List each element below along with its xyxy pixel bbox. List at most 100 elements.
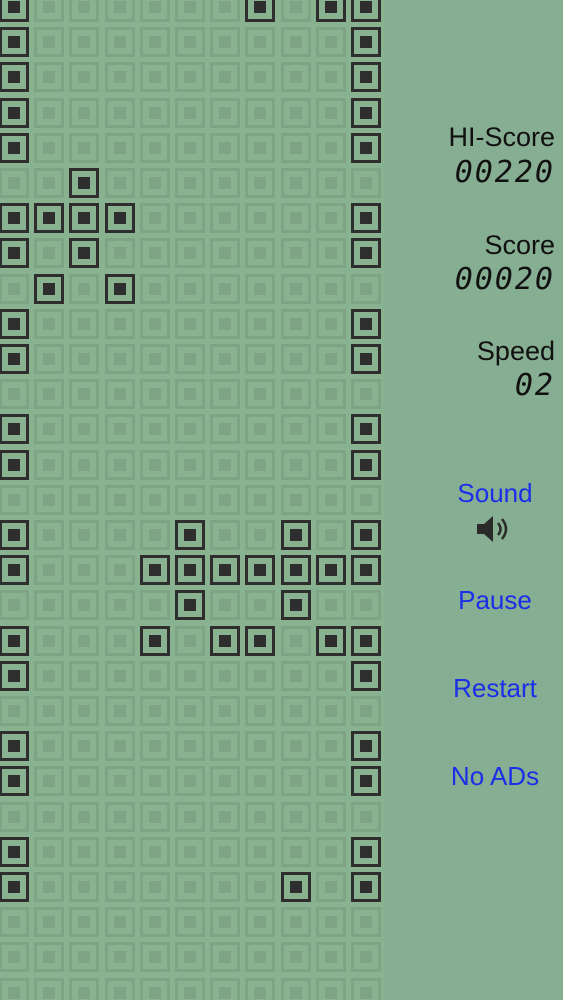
grid-cell (34, 98, 64, 128)
grid-cell (316, 907, 346, 937)
grid-cell (105, 942, 135, 972)
grid-cell (34, 590, 64, 620)
grid-cell (34, 872, 64, 902)
pause-button[interactable]: Pause (387, 585, 563, 616)
lit-cell (351, 203, 381, 233)
grid-cell (175, 978, 205, 1000)
grid-cell (351, 907, 381, 937)
speaker-icon[interactable] (473, 512, 517, 546)
grid-cell (210, 837, 240, 867)
grid-cell (140, 520, 170, 550)
grid-cell (281, 309, 311, 339)
grid-cell (316, 802, 346, 832)
grid-cell (245, 978, 275, 1000)
grid-cell (281, 626, 311, 656)
grid-cell (34, 62, 64, 92)
grid-cell (210, 98, 240, 128)
grid-cell (69, 414, 99, 444)
grid-cell (210, 27, 240, 57)
grid-cell (210, 133, 240, 163)
grid-cell (0, 485, 29, 515)
grid-cell (34, 520, 64, 550)
grid-cell (0, 978, 29, 1000)
grid-cell (351, 590, 381, 620)
grid-cell (140, 414, 170, 444)
grid-cell (281, 837, 311, 867)
grid-cell (140, 450, 170, 480)
grid-cell (69, 450, 99, 480)
lit-cell (0, 626, 29, 656)
grid-cell (69, 731, 99, 761)
restart-button[interactable]: Restart (387, 673, 563, 704)
grid-cell (0, 590, 29, 620)
grid-cell (140, 837, 170, 867)
grid-cell (140, 309, 170, 339)
grid-cell (140, 590, 170, 620)
lit-cell (0, 0, 29, 22)
grid-cell (69, 942, 99, 972)
grid-cell (210, 872, 240, 902)
grid-cell (281, 696, 311, 726)
grid-cell (245, 661, 275, 691)
grid-cell (34, 661, 64, 691)
grid-cell (210, 62, 240, 92)
grid-cell (210, 450, 240, 480)
lit-cell (316, 0, 346, 22)
grid-cell (69, 907, 99, 937)
grid-cell (351, 274, 381, 304)
grid-cell (245, 344, 275, 374)
grid-cell (175, 766, 205, 796)
grid-cell (34, 133, 64, 163)
lit-cell (210, 626, 240, 656)
grid-cell (69, 872, 99, 902)
lit-cell (351, 766, 381, 796)
grid-cell (245, 309, 275, 339)
grid-cell (210, 309, 240, 339)
grid-cell (69, 62, 99, 92)
grid-cell (316, 98, 346, 128)
grid-cell (69, 837, 99, 867)
grid-cell (245, 133, 275, 163)
grid-cell (316, 344, 346, 374)
lit-cell (34, 274, 64, 304)
grid-cell (210, 414, 240, 444)
lit-cell (0, 203, 29, 233)
grid-cell (140, 344, 170, 374)
grid-cell (210, 203, 240, 233)
grid-cell (140, 766, 170, 796)
lit-cell (316, 555, 346, 585)
grid-cell (34, 27, 64, 57)
grid-cell (175, 802, 205, 832)
grid-cell (69, 802, 99, 832)
grid-cell (105, 661, 135, 691)
grid-cell (69, 344, 99, 374)
grid-cell (210, 978, 240, 1000)
lit-cell (351, 238, 381, 268)
grid-cell (316, 590, 346, 620)
grid-cell (281, 274, 311, 304)
sound-button[interactable]: Sound (387, 478, 563, 509)
grid-cell (351, 978, 381, 1000)
grid-cell (140, 27, 170, 57)
grid-cell (175, 168, 205, 198)
grid-cell (34, 0, 64, 22)
lit-cell (105, 203, 135, 233)
grid-cell (316, 27, 346, 57)
grid-cell (175, 872, 205, 902)
lit-cell (175, 590, 205, 620)
side-panel: HI-Score 00220 Score 00020 Speed 02 Soun… (387, 0, 563, 1000)
grid-cell (316, 450, 346, 480)
lit-cell (0, 133, 29, 163)
grid-cell (175, 379, 205, 409)
grid-cell (105, 168, 135, 198)
grid-cell (245, 766, 275, 796)
lit-cell (0, 98, 29, 128)
no-ads-button[interactable]: No ADs (387, 761, 563, 792)
lit-cell (69, 238, 99, 268)
lit-cell (69, 168, 99, 198)
lit-cell (0, 238, 29, 268)
grid-cell (140, 0, 170, 22)
lit-cell (69, 203, 99, 233)
lit-cell (210, 555, 240, 585)
lit-cell (0, 309, 29, 339)
